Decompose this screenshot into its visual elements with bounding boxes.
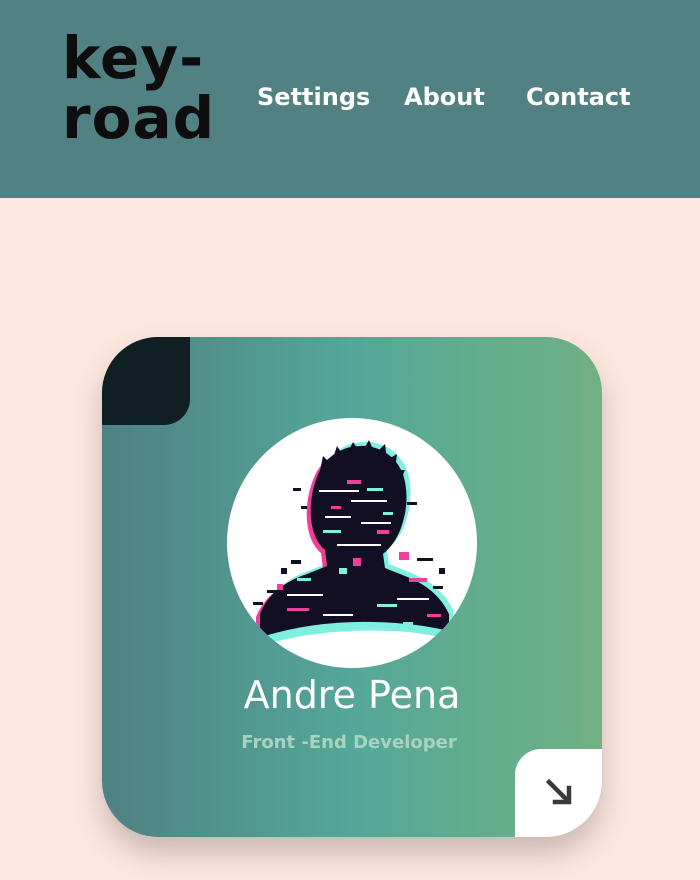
glitch-portrait-icon <box>227 440 477 668</box>
site-header: key- road Settings About Contact <box>0 0 700 198</box>
avatar <box>227 418 477 668</box>
nav-link-settings[interactable]: Settings <box>257 82 370 112</box>
profile-card: Andre Pena Front -End Developer <box>102 337 602 837</box>
card-corner-decoration <box>102 337 190 425</box>
logo-line-2: road <box>62 84 216 152</box>
nav-link-about[interactable]: About <box>404 82 485 112</box>
profile-name: Andre Pena <box>243 673 461 717</box>
open-profile-button[interactable] <box>515 749 602 837</box>
logo[interactable]: key- road <box>62 24 216 152</box>
arrow-down-right-icon <box>545 778 572 805</box>
logo-line-1: key- <box>62 24 205 92</box>
profile-role: Front -End Developer <box>241 732 457 753</box>
nav-link-contact[interactable]: Contact <box>526 82 631 112</box>
